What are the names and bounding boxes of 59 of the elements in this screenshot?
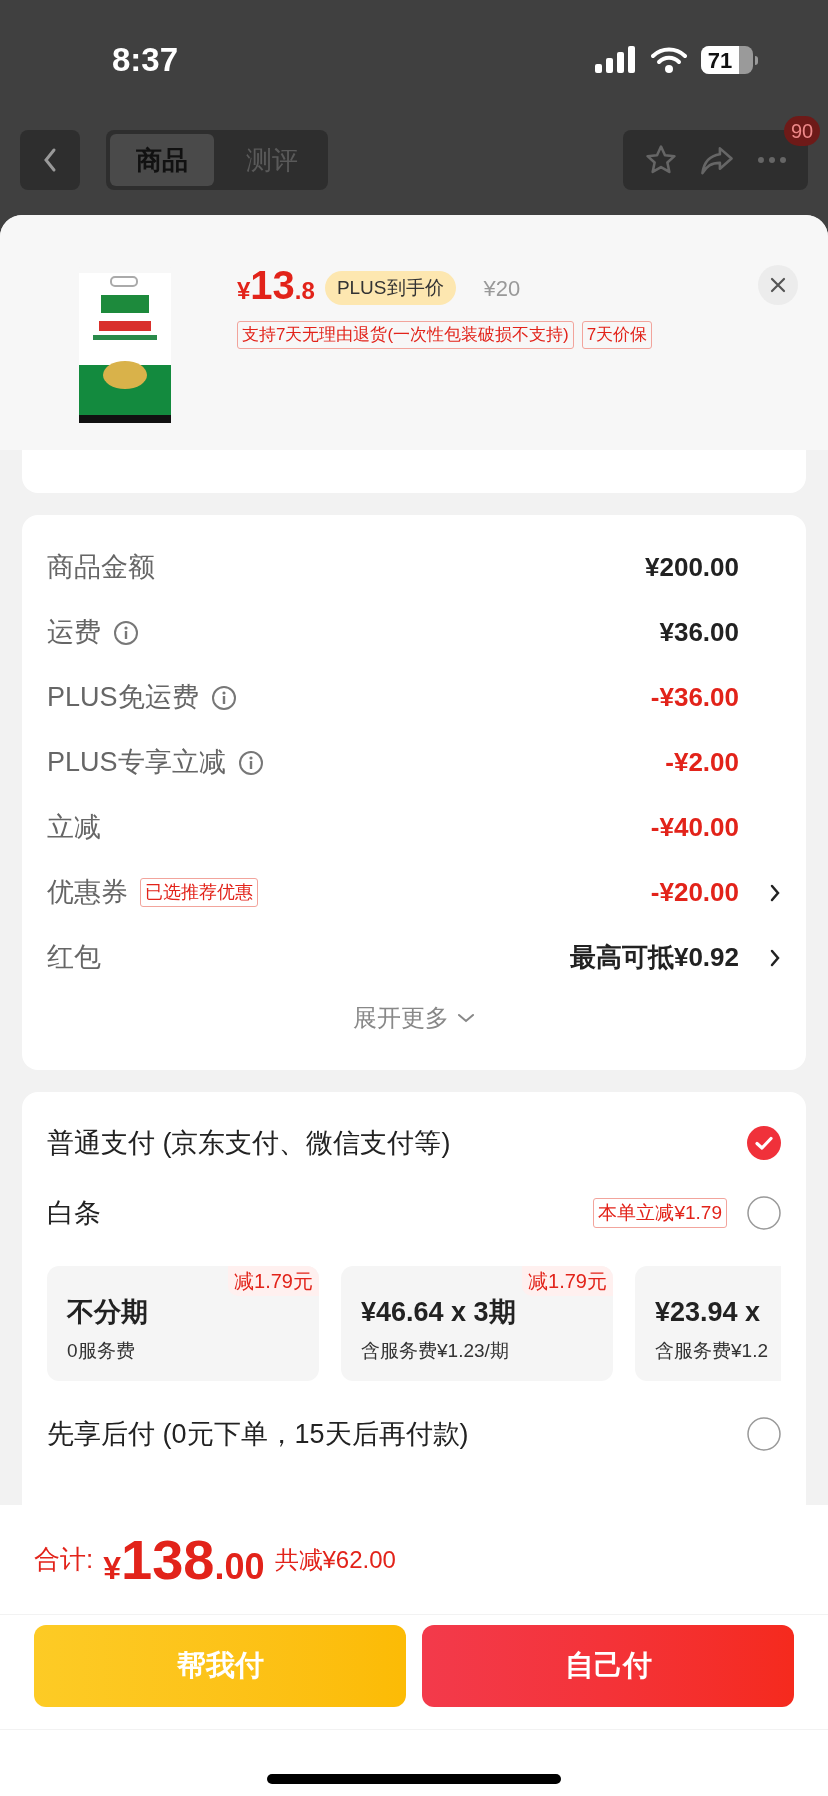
- summary-value: ¥36.00: [659, 616, 739, 649]
- radio-checked[interactable]: [747, 1126, 781, 1160]
- installment-title: 不分期: [67, 1296, 149, 1329]
- wifi-icon: [651, 46, 687, 74]
- discount-tag: 本单立减¥1.79: [593, 1197, 727, 1229]
- expand-more-button[interactable]: 展开更多: [353, 1000, 475, 1036]
- summary-value: ¥200.00: [645, 551, 739, 584]
- summary-label: 立减: [47, 811, 101, 845]
- chevron-down-icon: [457, 1013, 475, 1023]
- summary-value: -¥40.00: [650, 811, 739, 844]
- close-button[interactable]: [758, 265, 798, 305]
- installment-fee: 0服务费: [67, 1338, 136, 1363]
- battery-level: 71: [701, 46, 739, 74]
- total-saved: 共减¥62.00: [274, 1544, 396, 1575]
- installment-title: ¥23.94 x: [655, 1296, 762, 1329]
- close-icon: [770, 277, 786, 293]
- summary-label: 运费: [47, 616, 101, 650]
- info-icon[interactable]: [210, 684, 237, 711]
- payment-method-label: 普通支付 (京东支付、微信支付等): [47, 1126, 451, 1160]
- tab[interactable]: 商品: [110, 134, 214, 186]
- notification-badge: 90: [784, 116, 820, 146]
- back-button[interactable]: [20, 130, 80, 190]
- summary-value: -¥2.00: [665, 746, 739, 779]
- summary-value: 最高可抵¥0.92: [569, 941, 739, 974]
- summary-value: -¥20.00: [650, 876, 739, 909]
- status-time: 8:37: [112, 40, 179, 81]
- payment-method-label: 白条: [47, 1196, 101, 1230]
- installment-discount-badge: 减1.79元: [522, 1266, 613, 1296]
- payment-method-label: 先享后付 (0元下单，15天后再付款): [47, 1417, 469, 1451]
- installment-option[interactable]: 减1.79元 ¥46.64 x 3期 含服务费¥1.23/期: [341, 1266, 613, 1381]
- coupon-tag: 已选推荐优惠: [140, 878, 258, 907]
- plus-price-label: PLUS到手价: [324, 270, 456, 305]
- summary-label: PLUS专享立减: [47, 746, 226, 780]
- installment-discount-badge: 减1.79元: [228, 1266, 319, 1296]
- installment-option[interactable]: 减1.79元 不分期 0服务费: [47, 1266, 319, 1381]
- original-price: ¥20: [483, 275, 521, 303]
- info-icon[interactable]: [113, 619, 139, 646]
- pay-myself-button[interactable]: 自己付: [422, 1625, 794, 1707]
- summary-label: PLUS免运费: [47, 681, 199, 715]
- installment-option[interactable]: ¥23.94 x 含服务费¥1.2: [635, 1266, 781, 1381]
- total-price: ¥138.00: [103, 1531, 265, 1588]
- share-icon[interactable]: [699, 144, 736, 176]
- service-tag: 支持7天无理由退货(一次性包装破损不支持): [237, 321, 574, 349]
- plus-price: ¥13.8: [237, 265, 315, 305]
- installment-title: ¥46.64 x 3期: [361, 1296, 517, 1329]
- info-icon[interactable]: [237, 749, 264, 776]
- summary-label: 商品金额: [47, 551, 155, 585]
- radio-button[interactable]: [747, 1417, 781, 1451]
- installment-fee: 含服务费¥1.23/期: [361, 1338, 510, 1363]
- radio-button[interactable]: [747, 1196, 781, 1230]
- more-icon[interactable]: [757, 156, 788, 164]
- summary-label: 红包: [47, 941, 101, 975]
- back-icon: [42, 146, 58, 174]
- summary-label: 优惠券: [47, 876, 128, 910]
- service-tag: 7天价保: [581, 321, 653, 349]
- signal-icon: [595, 46, 637, 74]
- installment-fee: 含服务费¥1.2: [655, 1338, 769, 1363]
- summary-value: -¥36.00: [650, 681, 739, 714]
- total-label: 合计:: [34, 1543, 94, 1576]
